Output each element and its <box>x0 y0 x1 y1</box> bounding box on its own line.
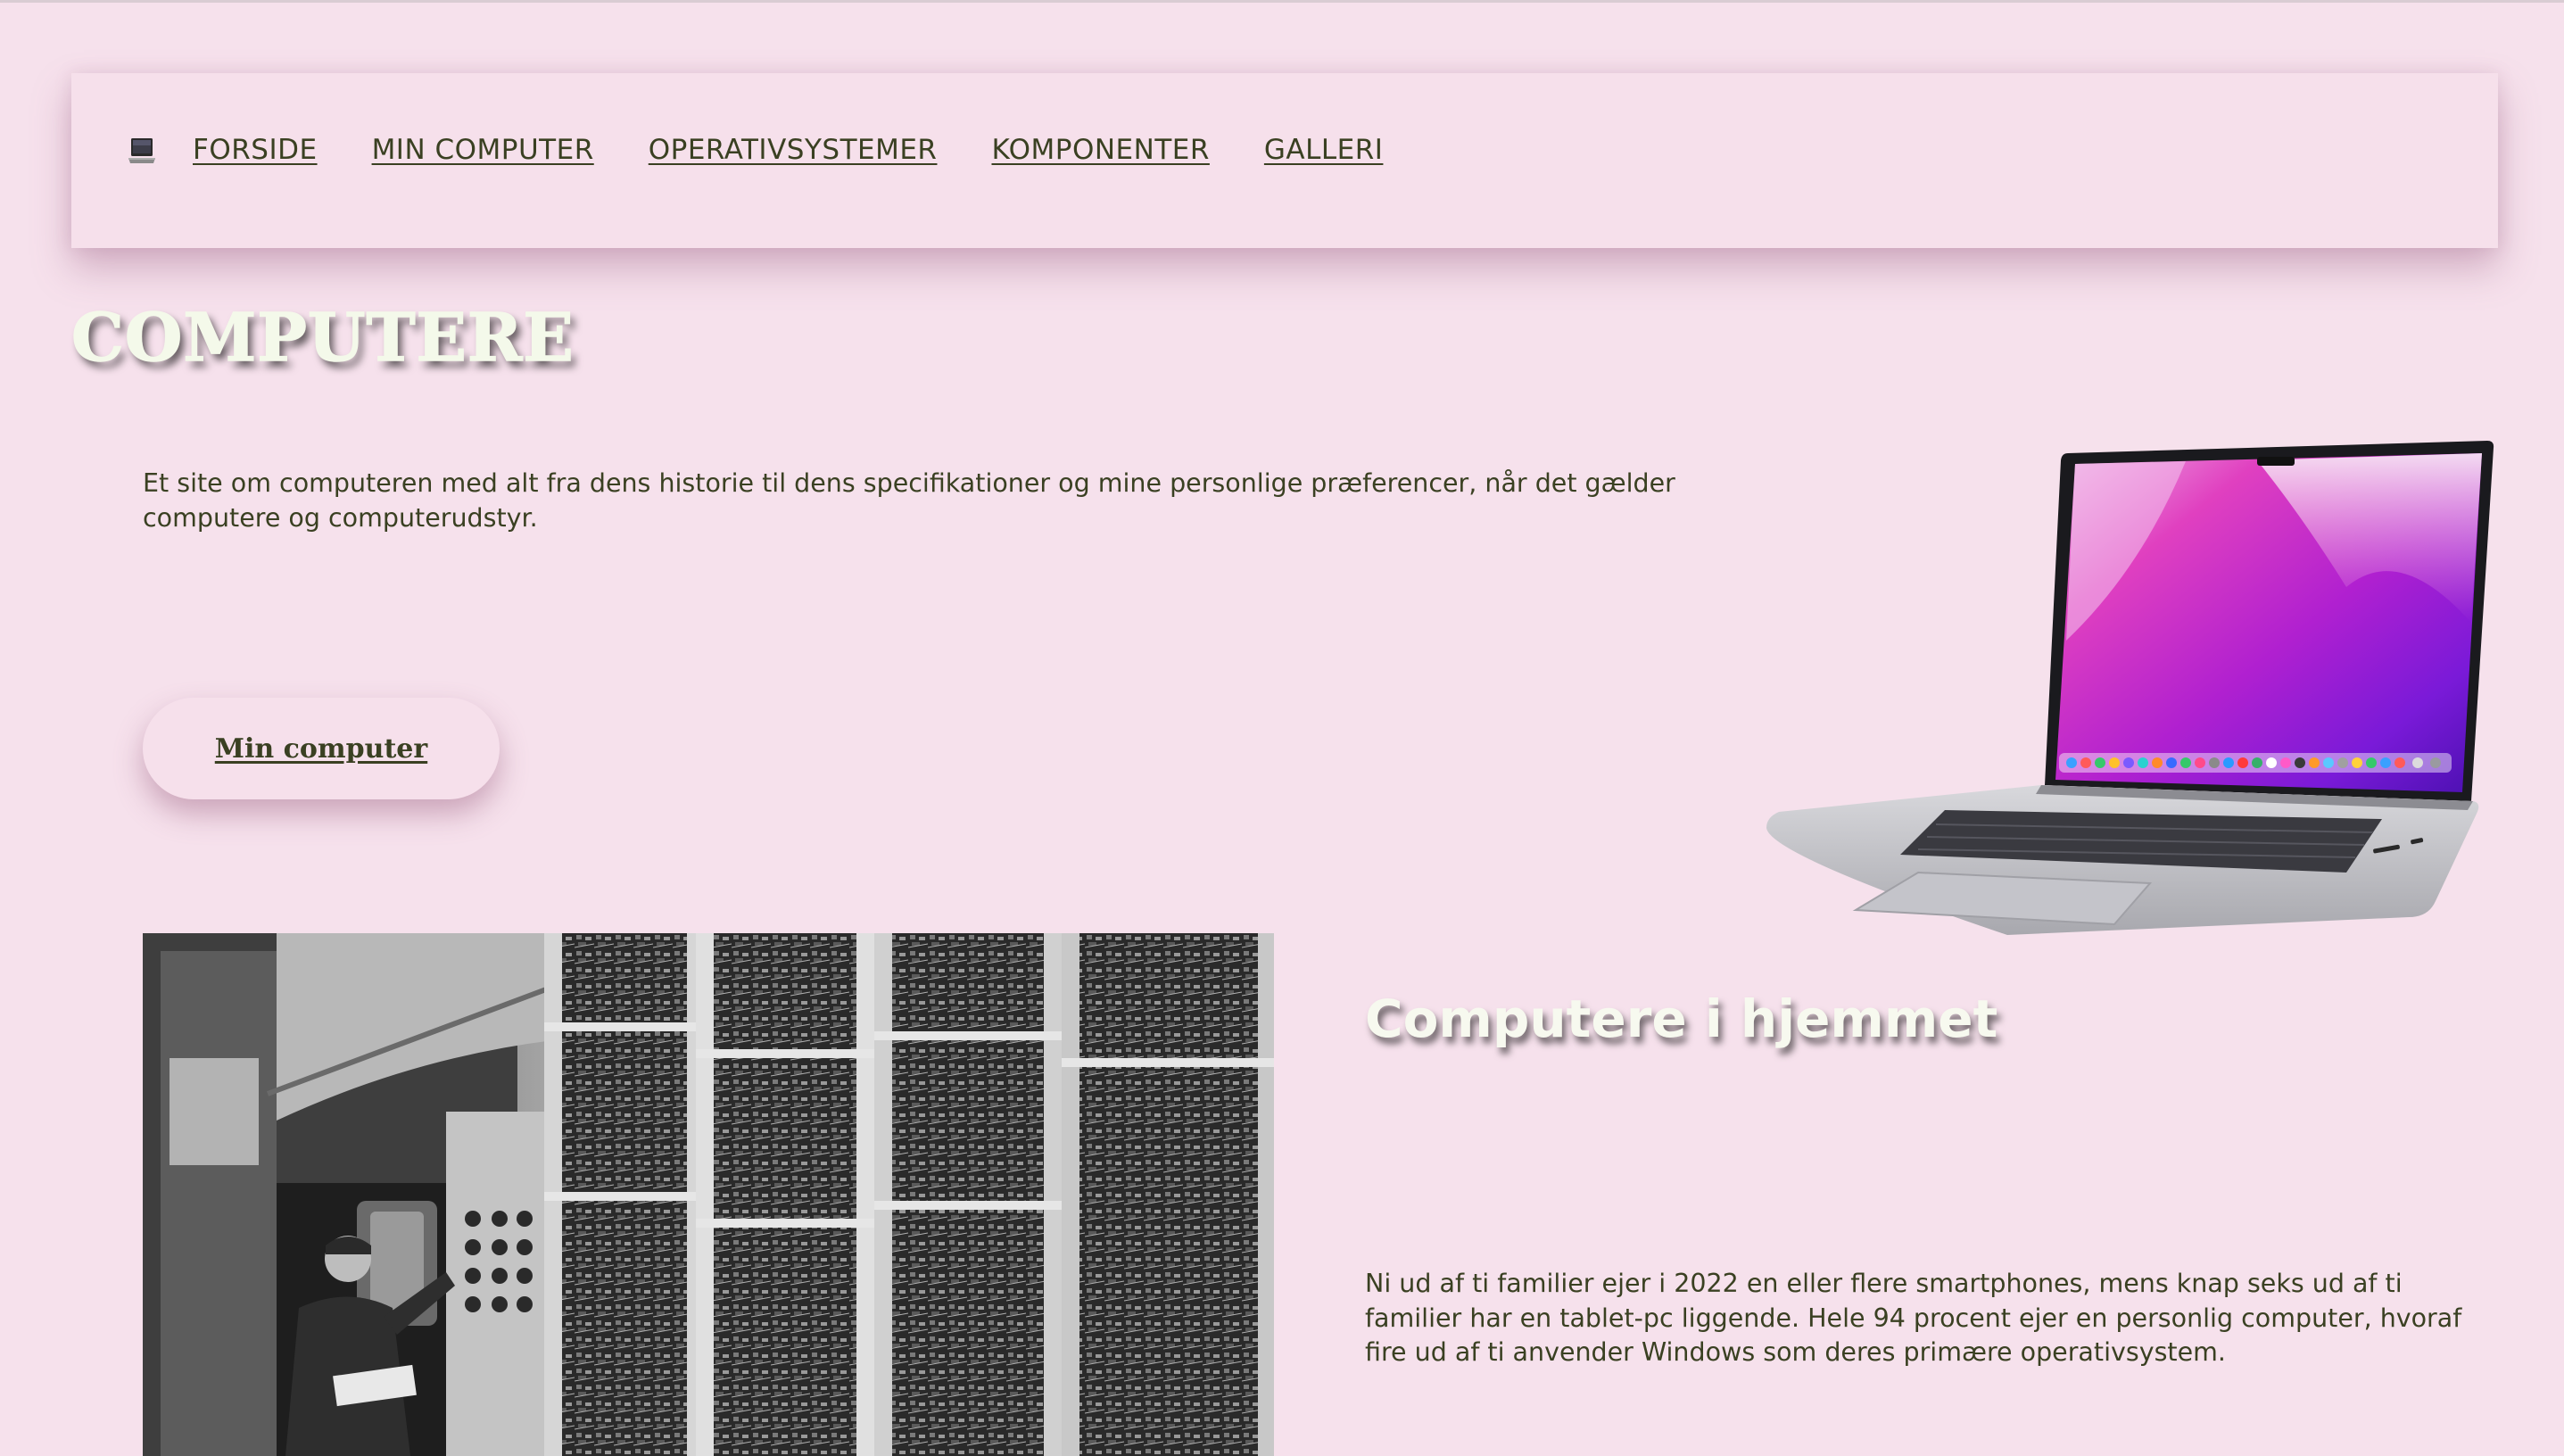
hero-intro: Et site om computeren med alt fra dens h… <box>143 468 1675 533</box>
section-text: Ni ud af ti familier ejer i 2022 en elle… <box>1365 1269 2462 1367</box>
page-title: COMPUTERE <box>70 299 575 377</box>
vintage-computer-photo <box>143 933 1274 1456</box>
nav-item-forside[interactable]: FORSIDE <box>193 134 318 166</box>
navbar: FORSIDE MIN COMPUTER OPERATIVSYSTEMER KO… <box>71 73 2498 248</box>
top-rule <box>0 0 2564 3</box>
nav-item-operativsystemer[interactable]: OPERATIVSYSTEMER <box>649 134 938 166</box>
laptop-icon[interactable] <box>128 136 156 166</box>
min-computer-button-label[interactable]: Min computer <box>215 733 427 765</box>
laptop-image <box>1766 441 2494 935</box>
min-computer-button[interactable]: Min computer <box>143 698 500 799</box>
nav-links: FORSIDE MIN COMPUTER OPERATIVSYSTEMER KO… <box>193 134 1383 166</box>
nav-item-min-computer[interactable]: MIN COMPUTER <box>372 134 594 166</box>
nav-item-galleri[interactable]: GALLERI <box>1264 134 1384 166</box>
nav-item-komponenter[interactable]: KOMPONENTER <box>991 134 1209 166</box>
section-title: Computere i hjemmet <box>1365 989 1998 1049</box>
